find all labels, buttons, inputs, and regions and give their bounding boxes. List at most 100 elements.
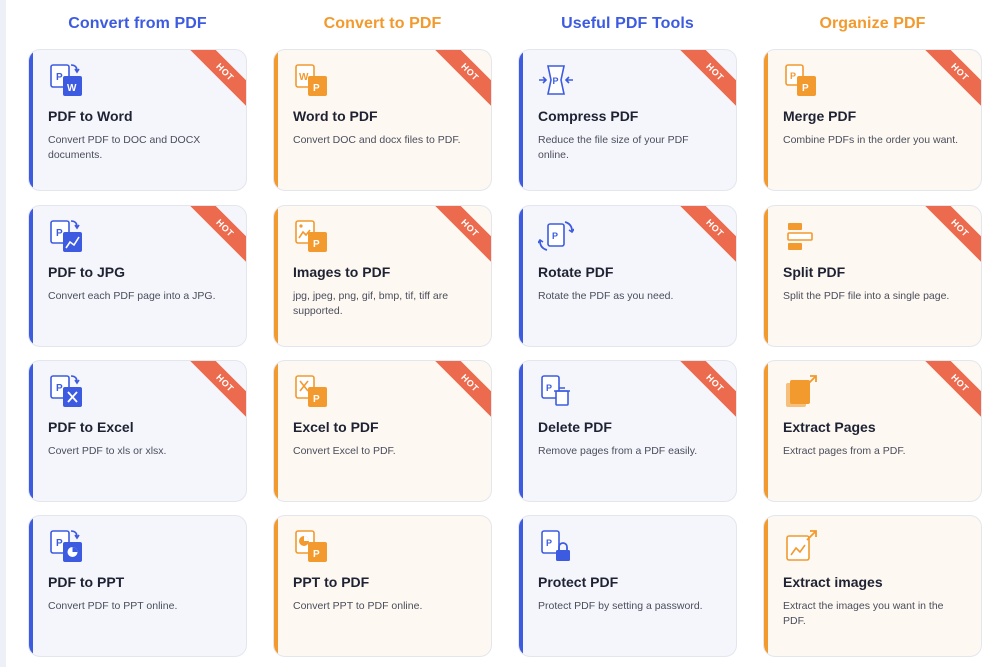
card-title: PDF to Excel	[48, 419, 134, 435]
card-title: Compress PDF	[538, 108, 639, 124]
left-edge-strip	[0, 0, 6, 667]
card-description: Rotate the PDF as you need.	[538, 290, 674, 302]
card-accent-bar	[764, 361, 768, 501]
card-title: PDF to PPT	[48, 574, 125, 590]
pdf-to-word-icon: PW	[48, 62, 84, 98]
card-accent-bar	[764, 516, 768, 656]
hot-ribbon: HOT	[678, 361, 736, 420]
tool-card-pdf-to-ppt[interactable]: P PDF to PPT Convert PDF to PPT online.	[28, 515, 247, 657]
tool-card-split-pdf[interactable]: Split PDF Split the PDF file into a singl…	[763, 205, 982, 347]
card-accent-bar	[519, 516, 523, 656]
card-accent-bar	[519, 361, 523, 501]
tool-card-merge-pdf[interactable]: P P Merge PDF Combine PDFs in the order you…	[763, 49, 982, 191]
hot-ribbon: HOT	[678, 50, 736, 109]
column-title: Convert to PDF	[323, 15, 442, 32]
card-title: PDF to Word	[48, 108, 133, 124]
tool-card-excel-to-pdf[interactable]: P Excel to PDF Convert Excel to PDF. HOT	[273, 360, 492, 502]
card-description: Covert PDF to xls or xlsx.	[48, 445, 167, 457]
hot-ribbon: HOT	[678, 206, 736, 265]
card-accent-bar	[274, 50, 278, 190]
pdf-to-jpg-icon: P	[48, 218, 84, 254]
tool-card-images-to-pdf[interactable]: P Images to PDF jpg, jpeg, png, gif, bmp, …	[273, 205, 492, 347]
ppt-to-pdf-icon: P	[293, 528, 329, 564]
card-title: PPT to PDF	[293, 574, 370, 590]
card-description: Combine PDFs in the order you want.	[783, 134, 959, 146]
tool-card-extract-images[interactable]: Extract images Extract the images you wan…	[763, 515, 982, 657]
card-description: Convert PDF to PPT online.	[48, 600, 178, 612]
svg-text:W: W	[67, 83, 77, 94]
tool-card-ppt-to-pdf[interactable]: P PPT to PDF Convert PPT to PDF online.	[273, 515, 492, 657]
tool-card-pdf-to-jpg[interactable]: P PDF to JPG Convert each PDF page into a …	[28, 205, 247, 347]
hot-ribbon: HOT	[923, 361, 981, 420]
card-description: Convert DOC and docx files to PDF.	[293, 134, 461, 146]
tool-card-pdf-to-word[interactable]: P W PDF to Word Convert PDF to DOC and DOCX…	[28, 49, 247, 191]
pdf-to-ppt-icon: P	[48, 528, 84, 564]
card-accent-bar	[764, 50, 768, 190]
hot-ribbon: HOT	[433, 206, 491, 265]
hot-ribbon: HOT	[433, 361, 491, 420]
card-accent-bar	[29, 516, 33, 656]
svg-text:W: W	[299, 72, 309, 83]
tool-card-rotate-pdf[interactable]: P Rotate PDF Rotate the PDF as you need. HO…	[518, 205, 737, 347]
card-title: Delete PDF	[538, 419, 612, 435]
card-title: Extract Pages	[783, 419, 876, 435]
tool-card-delete-pdf[interactable]: P Delete PDF Remove pages from a PDF easil…	[518, 360, 737, 502]
card-accent-bar	[274, 361, 278, 501]
card-title: Images to PDF	[293, 264, 391, 280]
images-to-pdf-icon: P	[293, 218, 329, 254]
svg-text:P: P	[313, 549, 320, 560]
pdf-to-excel-icon: P	[48, 373, 84, 409]
svg-text:P: P	[802, 83, 809, 94]
merge-pdf-icon: PP	[783, 62, 819, 98]
svg-text:P: P	[553, 76, 559, 86]
card-accent-bar	[29, 50, 33, 190]
column-title: Convert from PDF	[68, 15, 207, 32]
rotate-pdf-icon: P	[537, 218, 575, 254]
tool-card-protect-pdf[interactable]: P Protect PDF Protect PDF by setting a pas…	[518, 515, 737, 657]
svg-text:P: P	[313, 83, 320, 94]
tool-card-word-to-pdf[interactable]: W P Word to PDF Convert DOC and docx files …	[273, 49, 492, 191]
hot-ribbon: HOT	[188, 50, 246, 109]
card-description: Convert PPT to PDF online.	[293, 600, 423, 612]
svg-text:P: P	[313, 239, 320, 250]
tool-card-extract-pages[interactable]: Extract Pages Extract pages from a PDF. HO…	[763, 360, 982, 502]
card-description: Reduce the file size of your PDF online.	[538, 134, 689, 161]
word-to-pdf-icon: WP	[293, 62, 329, 98]
svg-text:P: P	[313, 394, 320, 405]
column-title: Organize PDF	[819, 15, 926, 32]
card-accent-bar	[519, 50, 523, 190]
card-title: Split PDF	[783, 264, 846, 280]
svg-text:P: P	[546, 383, 552, 393]
card-description: Convert each PDF page into a JPG.	[48, 290, 216, 302]
card-title: PDF to JPG	[48, 264, 126, 280]
svg-text:P: P	[546, 538, 552, 548]
card-description: Convert PDF to DOC and DOCX documents.	[48, 134, 201, 161]
card-title: Rotate PDF	[538, 264, 614, 280]
hot-ribbon: HOT	[433, 50, 491, 109]
card-title: Word to PDF	[293, 108, 378, 124]
card-accent-bar	[764, 206, 768, 346]
card-title: Excel to PDF	[293, 419, 379, 435]
compress-pdf-icon: P	[538, 62, 574, 98]
tool-card-compress-pdf[interactable]: P Compress PDF Reduce the file size of you…	[518, 49, 737, 191]
card-title: Merge PDF	[783, 108, 857, 124]
card-title: Extract images	[783, 574, 883, 590]
card-title: Protect PDF	[538, 574, 619, 590]
svg-text:P: P	[56, 538, 63, 549]
card-accent-bar	[29, 206, 33, 346]
card-description: Extract pages from a PDF.	[783, 445, 906, 457]
svg-text:P: P	[56, 72, 63, 83]
card-accent-bar	[274, 516, 278, 656]
card-description: Remove pages from a PDF easily.	[538, 445, 698, 457]
card-description: Convert Excel to PDF.	[293, 445, 396, 457]
card-description: Protect PDF by setting a password.	[538, 600, 703, 612]
card-accent-bar	[29, 361, 33, 501]
tool-card-pdf-to-excel[interactable]: P PDF to Excel Covert PDF to xls or xlsx. H…	[28, 360, 247, 502]
extract-pages-icon	[783, 373, 819, 409]
card-description: Split the PDF file into a single page.	[783, 290, 950, 302]
card-accent-bar	[274, 206, 278, 346]
hot-ribbon: HOT	[923, 206, 981, 265]
delete-pdf-icon: P	[538, 373, 574, 409]
svg-text:P: P	[56, 383, 63, 394]
column-title: Useful PDF Tools	[561, 15, 694, 32]
